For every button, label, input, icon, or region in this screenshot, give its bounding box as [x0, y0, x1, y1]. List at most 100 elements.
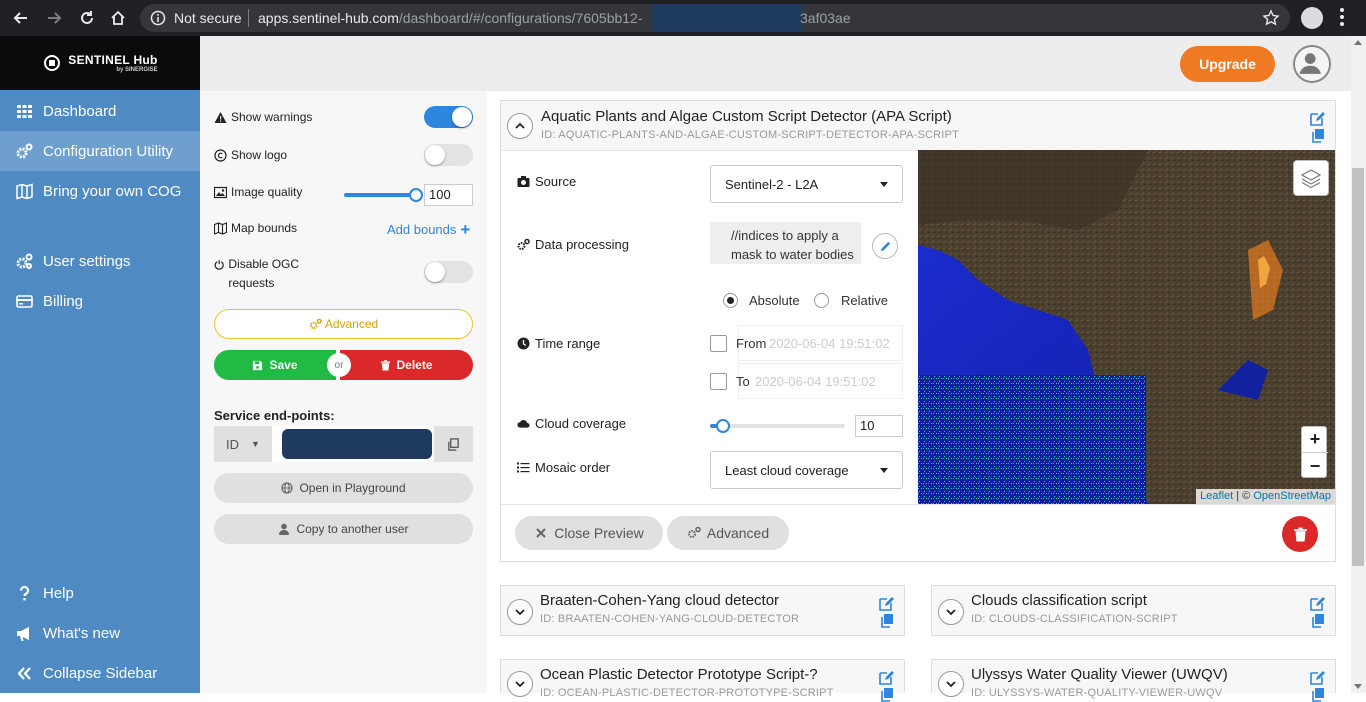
zoom-in-button[interactable]: +: [1302, 427, 1328, 453]
sidebar-item-user-settings[interactable]: User settings: [0, 241, 200, 281]
clock-icon: [517, 337, 530, 350]
disable-ogc-toggle[interactable]: [424, 261, 473, 283]
cloud-coverage-slider-handle[interactable]: [716, 419, 730, 433]
duplicate-icon[interactable]: [879, 613, 894, 628]
layers-control-button[interactable]: [1293, 160, 1329, 196]
scroll-down-arrow-icon[interactable]: [1354, 684, 1362, 689]
copy-id-button[interactable]: [434, 426, 473, 462]
image-quality-input[interactable]: 100: [424, 184, 473, 206]
layers-icon: [1300, 169, 1322, 189]
show-logo-toggle[interactable]: [424, 144, 473, 166]
absolute-radio[interactable]: [723, 293, 738, 308]
sidebar-item-billing[interactable]: Billing: [0, 281, 200, 321]
expand-layer-button[interactable]: [938, 599, 964, 625]
layer-id: ID: OCEAN-PLASTIC-DETECTOR-PROTOTYPE-SCR…: [540, 687, 834, 699]
reload-icon[interactable]: [76, 7, 98, 29]
avatar[interactable]: [1293, 45, 1331, 83]
layer-card-header: Aquatic Plants and Algae Custom Script D…: [501, 101, 1335, 151]
expand-layer-button[interactable]: [938, 671, 964, 697]
scrollbar-thumb[interactable]: [1352, 168, 1364, 566]
trash-icon: [381, 359, 391, 371]
info-icon[interactable]: [150, 10, 166, 26]
floppy-disk-icon: [253, 360, 263, 370]
layer-card: Ocean Plastic Detector Prototype Script-…: [500, 659, 905, 702]
expand-layer-button[interactable]: [507, 671, 533, 697]
sentinel-hub-logo[interactable]: SENTINEL Hub by SINERGISE: [0, 36, 200, 90]
copy-to-another-user-label: Copy to another user: [296, 522, 409, 536]
openstreetmap-link[interactable]: OpenStreetMap: [1253, 490, 1331, 502]
image-quality-slider-handle[interactable]: [409, 188, 423, 202]
image-quality-slider[interactable]: [344, 193, 416, 197]
collapse-layer-button[interactable]: [507, 113, 533, 139]
cloud-coverage-slider[interactable]: [710, 424, 845, 428]
address-bar[interactable]: Not secure apps.sentinel-hub.com/dashboa…: [140, 4, 1290, 32]
leaflet-link[interactable]: Leaflet: [1200, 490, 1233, 502]
edit-icon[interactable]: [1310, 670, 1325, 685]
data-processing-script-text: //indices to apply a mask to water bodie…: [731, 228, 854, 262]
mosaic-order-dropdown[interactable]: Least cloud coverage: [710, 451, 903, 489]
save-button[interactable]: Save: [214, 350, 336, 380]
time-range-label: Time range: [535, 336, 601, 351]
copyright-icon: [214, 148, 227, 162]
zoom-out-button[interactable]: −: [1302, 453, 1328, 479]
browser-profile-icon[interactable]: [1301, 7, 1323, 29]
delete-button[interactable]: Delete: [340, 350, 473, 380]
map-icon: [15, 182, 33, 200]
disable-ogc-row: Disable OGC requests: [214, 255, 324, 293]
edit-icon[interactable]: [879, 670, 894, 685]
sidebar-item-help[interactable]: Help: [0, 573, 200, 613]
close-preview-button[interactable]: Close Preview: [515, 516, 663, 550]
url-tail: 3af03ae: [800, 10, 851, 26]
chevron-down-icon: [515, 681, 525, 688]
question-icon: [15, 584, 33, 602]
preview-map[interactable]: + − Leaflet | © OpenStreetMap: [918, 150, 1335, 504]
bookmark-star-icon[interactable]: [1262, 9, 1280, 27]
relative-radio[interactable]: [814, 293, 829, 308]
configuration-settings-panel: Show warnings Show logo Image quality 10…: [200, 91, 487, 693]
delete-layer-button[interactable]: [1282, 516, 1318, 552]
duplicate-icon[interactable]: [1310, 687, 1325, 702]
forward-icon[interactable]: [43, 7, 65, 29]
pencil-icon: [880, 241, 890, 251]
back-icon[interactable]: [10, 7, 32, 29]
advanced-layer-button[interactable]: Advanced: [667, 516, 789, 550]
mosaic-order-row: Mosaic order: [517, 460, 610, 475]
open-in-playground-button[interactable]: Open in Playground: [214, 473, 473, 503]
plus-icon: +: [460, 219, 471, 239]
endpoint-id-select[interactable]: ID ▼: [214, 426, 272, 462]
advanced-button[interactable]: Advanced: [214, 309, 473, 339]
double-chevron-left-icon: [15, 664, 33, 682]
sidebar-item-collapse-sidebar[interactable]: Collapse Sidebar: [0, 653, 200, 693]
edit-icon[interactable]: [879, 596, 894, 611]
add-bounds-link[interactable]: Add bounds +: [387, 219, 471, 239]
edit-script-button[interactable]: [872, 233, 898, 259]
upgrade-button[interactable]: Upgrade: [1180, 46, 1275, 82]
scroll-up-arrow-icon[interactable]: [1354, 40, 1362, 45]
edit-icon[interactable]: [1310, 111, 1325, 126]
copy-to-another-user-button[interactable]: Copy to another user: [214, 514, 473, 544]
time-from-checkbox[interactable]: [710, 335, 727, 352]
source-dropdown[interactable]: Sentinel-2 - L2A: [710, 165, 903, 203]
sidebar-item-label: Dashboard: [43, 102, 117, 120]
sidebar-item-whats-new[interactable]: What's new: [0, 613, 200, 653]
edit-icon[interactable]: [1310, 596, 1325, 611]
time-to-input[interactable]: 2020-06-04 19:51:02: [738, 363, 903, 399]
zoom-control: + −: [1301, 426, 1328, 479]
sidebar-item-configuration-utility[interactable]: Configuration Utility: [0, 131, 200, 171]
time-to-checkbox[interactable]: [710, 373, 727, 390]
duplicate-icon[interactable]: [1310, 128, 1325, 143]
home-icon[interactable]: [107, 7, 129, 29]
chevron-down-icon: [515, 609, 525, 616]
duplicate-icon[interactable]: [879, 687, 894, 702]
show-warnings-toggle[interactable]: [424, 106, 473, 128]
map-bounds-row: Map bounds: [214, 221, 297, 235]
expand-layer-button[interactable]: [507, 599, 533, 625]
duplicate-icon[interactable]: [1310, 613, 1325, 628]
cloud-coverage-input[interactable]: 10: [855, 415, 903, 437]
sidebar-item-dashboard[interactable]: Dashboard: [0, 91, 200, 131]
advanced-button-label: Advanced: [324, 317, 379, 331]
data-processing-script-preview[interactable]: //indices to apply a mask to water bodie…: [710, 222, 861, 264]
sidebar-item-bring-your-own-cog[interactable]: Bring your own COG: [0, 171, 200, 211]
browser-menu-icon[interactable]: [1340, 8, 1344, 28]
trash-icon: [1293, 527, 1307, 541]
